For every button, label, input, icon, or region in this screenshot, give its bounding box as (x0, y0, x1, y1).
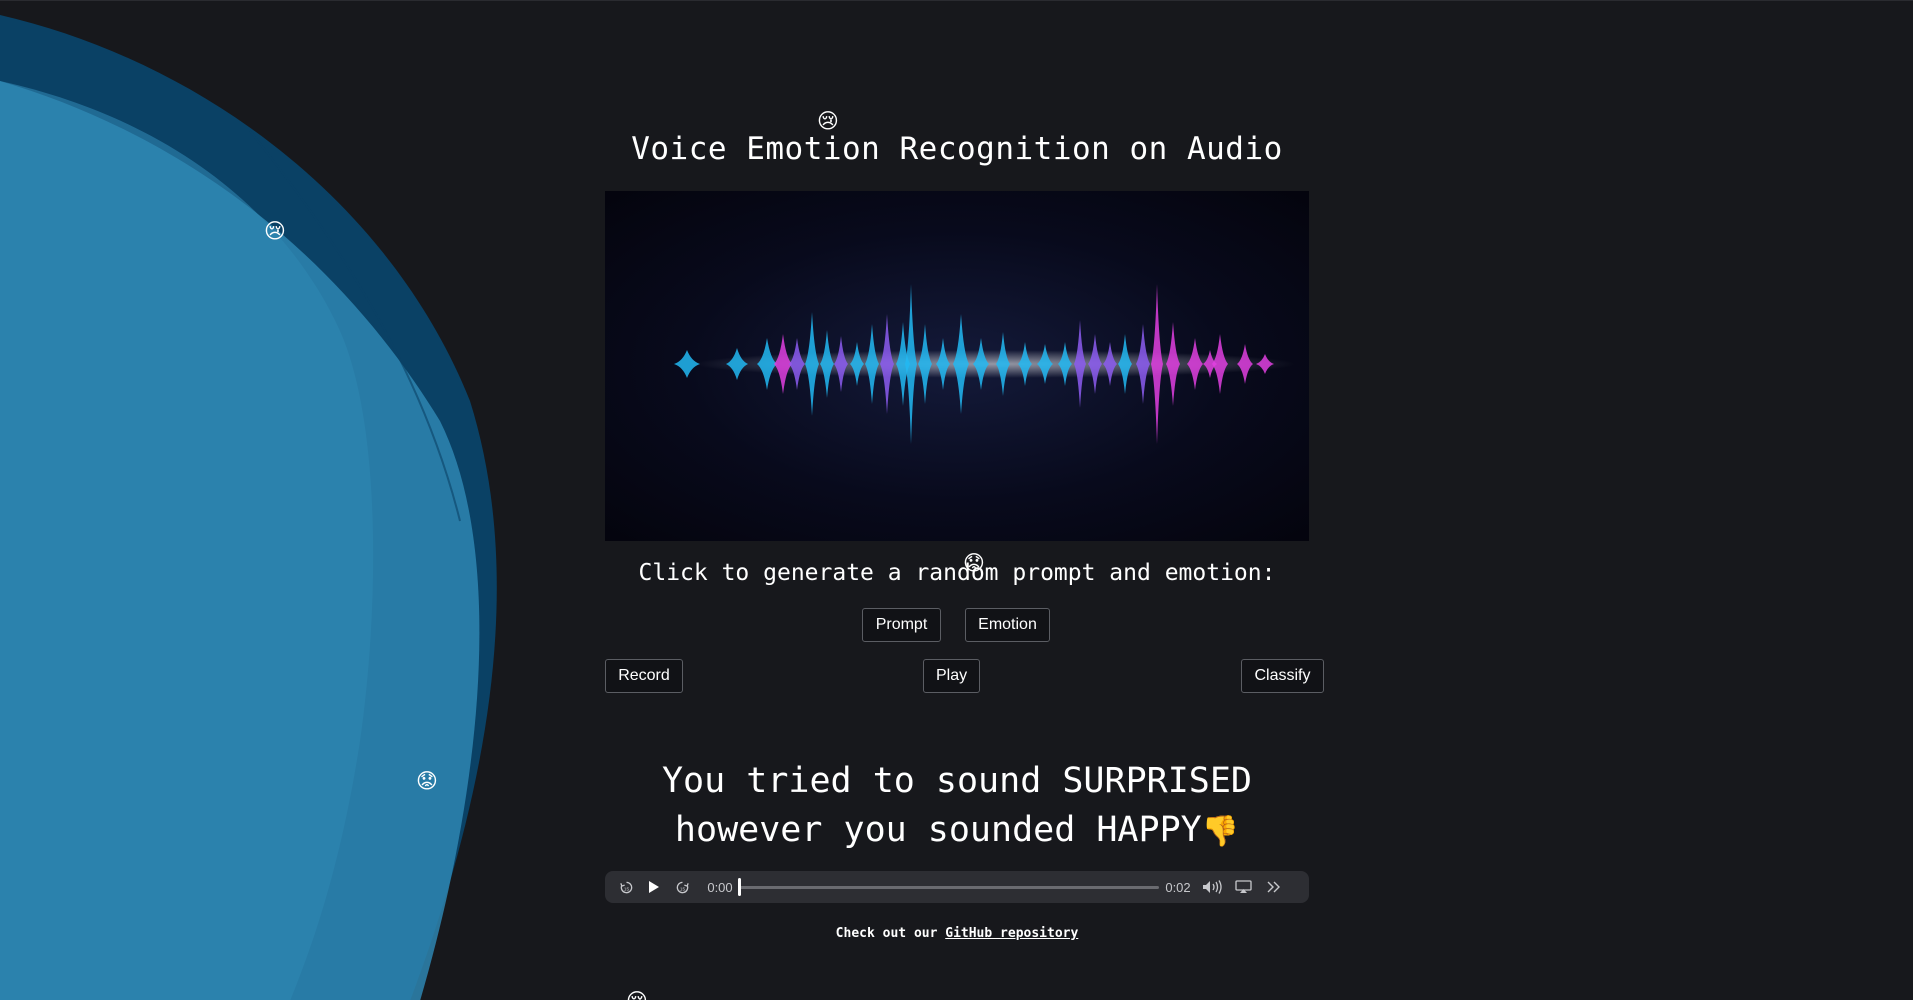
svg-text:15: 15 (679, 886, 685, 891)
page-title: Voice Emotion Recognition on Audio (631, 131, 1283, 167)
more-options-icon[interactable] (1264, 877, 1284, 897)
floating-emoji-left-top: 😢 (264, 219, 286, 243)
classify-button[interactable]: Classify (1241, 659, 1324, 693)
play-button[interactable]: Play (923, 659, 980, 693)
result-line-1: You tried to sound SURPRISED (661, 761, 1252, 801)
thumbs-down-icon: 👎 (1201, 814, 1240, 849)
result-line-2: however you sounded HAPPY👎 (605, 806, 1309, 856)
record-button[interactable]: Record (605, 659, 683, 693)
svg-text:15: 15 (623, 886, 629, 891)
duration: 0:02 (1165, 879, 1191, 895)
github-link[interactable]: GitHub repository (945, 926, 1078, 941)
waveform-image (605, 191, 1309, 541)
seek-bar[interactable] (739, 886, 1159, 889)
result-message: You tried to sound SURPRISED however you… (605, 757, 1309, 856)
background-blob (0, 15, 497, 1000)
play-icon[interactable] (645, 877, 663, 897)
floating-emoji-title: 😢 (817, 109, 839, 133)
floating-emoji-left-bottom: 😟 (416, 769, 438, 793)
footer-text: Check out our (835, 926, 946, 941)
volume-icon[interactable] (1201, 877, 1225, 897)
current-time: 0:00 (707, 879, 733, 895)
skip-back-icon[interactable]: 15 (617, 877, 635, 897)
skip-forward-icon[interactable]: 15 (673, 877, 691, 897)
instruction-text: Click to generate a random prompt and em… (638, 560, 1276, 586)
page: 😢 😢 😟 😟 😢 Voice Emotion Recognition on A… (0, 0, 1913, 1000)
footer: Check out our GitHub repository (605, 926, 1309, 941)
floating-emoji-bottom: 😢 (626, 991, 648, 1000)
airplay-icon[interactable] (1233, 877, 1253, 897)
prompt-button[interactable]: Prompt (862, 608, 941, 642)
audio-player: 15 15 0:00 0:02 (605, 871, 1309, 903)
emotion-button[interactable]: Emotion (965, 608, 1050, 642)
seek-thumb[interactable] (738, 878, 741, 896)
result-line-2-text: however you sounded HAPPY (674, 810, 1202, 850)
